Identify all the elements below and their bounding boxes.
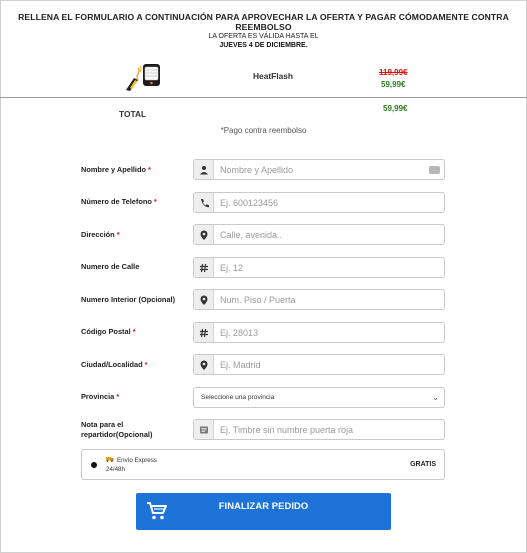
province-selected: Seleccione una provincia xyxy=(201,394,275,401)
address-input[interactable]: Calle, avenida.. xyxy=(214,225,444,244)
street-number-label: Numero de Calle xyxy=(81,262,140,271)
note-field[interactable]: Ej. Timbre sin numbre puerta roja xyxy=(193,419,445,440)
shipping-price: GRATIS xyxy=(410,461,436,468)
offer-valid-date: JUEVES 4 DE DICIEMBRE. xyxy=(219,42,308,49)
note-icon xyxy=(194,420,214,439)
finalize-order-button[interactable]: FINALIZAR PEDIDO xyxy=(136,493,391,530)
shipping-option[interactable]: Envío Express 24/48h GRATIS xyxy=(81,449,445,480)
person-icon xyxy=(194,160,214,179)
city-label: Ciudad/Localidad * xyxy=(81,360,148,369)
address-label: Dirección * xyxy=(81,230,120,239)
name-input[interactable]: Nombre y Apellido xyxy=(214,160,424,179)
hash-icon xyxy=(194,258,214,277)
offer-valid-text: LA OFERTA ES VÁLIDA HASTA EL xyxy=(208,33,319,40)
hash-icon xyxy=(194,323,214,342)
total-value: 59,99€ xyxy=(383,104,408,113)
location-pin-icon xyxy=(194,290,214,309)
shipping-time: 24/48h xyxy=(106,466,125,473)
location-pin-icon xyxy=(194,225,214,244)
postal-code-field[interactable]: Ej. 28013 xyxy=(193,322,445,343)
total-label: TOTAL xyxy=(119,109,147,119)
shipping-name: Envío Express xyxy=(106,456,157,464)
truck-icon xyxy=(106,456,114,464)
heater-product-icon xyxy=(124,58,164,92)
phone-input[interactable]: Ej. 600123456 xyxy=(214,193,444,212)
location-pin-icon xyxy=(194,355,214,374)
name-field[interactable]: Nombre y Apellido xyxy=(193,159,445,180)
phone-label: Número de Telefono * xyxy=(81,197,157,206)
province-label: Provincia * xyxy=(81,392,120,401)
keyboard-icon xyxy=(424,160,444,179)
finalize-order-label: FINALIZAR PEDIDO xyxy=(218,500,309,511)
interior-number-field[interactable]: Num. Piso / Puerta xyxy=(193,289,445,310)
name-label: Nombre y Apellido * xyxy=(81,165,151,174)
city-field[interactable]: Ej. Madrid xyxy=(193,354,445,375)
note-label: Nota para el repartidor(Opcional) xyxy=(81,420,153,439)
shipping-radio[interactable] xyxy=(91,462,97,468)
interior-number-label: Numero Interior (Opcional) xyxy=(81,295,176,304)
interior-number-input[interactable]: Num. Piso / Puerta xyxy=(214,290,444,309)
divider xyxy=(0,97,527,98)
address-field[interactable]: Calle, avenida.. xyxy=(193,224,445,245)
postal-code-label: Código Postal * xyxy=(81,327,136,336)
note-input[interactable]: Ej. Timbre sin numbre puerta roja xyxy=(214,420,444,439)
phone-icon xyxy=(194,193,214,212)
product-name: HeatFlash xyxy=(253,71,294,81)
province-select[interactable]: Seleccione una provincia ⌄ xyxy=(193,387,445,408)
street-number-input[interactable]: Ej. 12 xyxy=(214,258,444,277)
old-price: 119,99€ xyxy=(379,68,408,77)
phone-field[interactable]: Ej. 600123456 xyxy=(193,192,445,213)
payment-note: *Pago contra reembolso xyxy=(220,126,307,135)
street-number-field[interactable]: Ej. 12 xyxy=(193,257,445,278)
offer-heading: RELLENA EL FORMULARIO A CONTINUACIÓN PAR… xyxy=(18,12,509,32)
postal-code-input[interactable]: Ej. 28013 xyxy=(214,323,444,342)
city-input[interactable]: Ej. Madrid xyxy=(214,355,444,374)
chevron-down-icon: ⌄ xyxy=(432,393,439,402)
new-price: 59,99€ xyxy=(381,80,406,89)
